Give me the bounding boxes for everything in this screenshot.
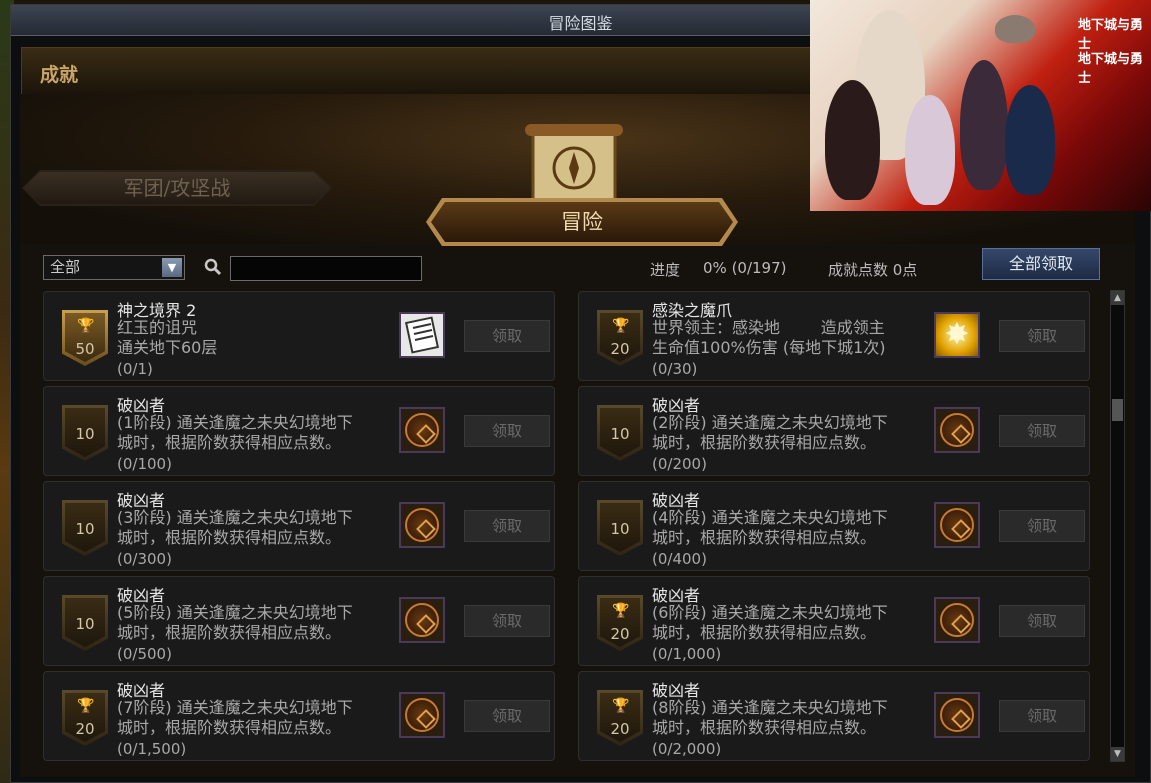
achievement-progress: (0/100): [117, 455, 172, 473]
achievement-card: 🏆 20 破凶者 (6阶段) 通关逢魔之未央幻境地下 城时，根据阶数获得相应点数。 (0…: [578, 576, 1090, 666]
search-input[interactable]: [230, 256, 422, 281]
points-value: 10: [610, 425, 630, 443]
points-value: 20: [610, 340, 630, 358]
points-value: 20: [75, 720, 95, 738]
tab-legion[interactable]: 军团/攻坚战: [24, 172, 330, 204]
trophy-icon: 🏆: [612, 318, 630, 334]
achievement-description: (7阶段) 通关逢魔之未央幻境地下 城时，根据阶数获得相应点数。: [117, 698, 353, 737]
points-value: 10: [610, 520, 630, 538]
points-value: 10: [75, 520, 95, 538]
category-dropdown-value: 全部: [50, 258, 81, 276]
trophy-icon: 🏆: [612, 603, 630, 619]
claim-button[interactable]: 领取: [464, 510, 550, 542]
character-figure: [905, 95, 955, 205]
claim-button[interactable]: 领取: [464, 415, 550, 447]
section-title: 成就: [40, 64, 79, 86]
claim-button[interactable]: 领取: [999, 700, 1085, 732]
points-value: 10: [75, 615, 95, 633]
achievement-progress: (0/400): [652, 550, 707, 568]
points-value: 20: [610, 625, 630, 643]
scroll-up-icon[interactable]: ▲: [1111, 291, 1124, 305]
trophy-icon: 🏆: [77, 318, 95, 334]
category-dropdown[interactable]: 全部 ▼: [43, 255, 185, 280]
achievement-description: (3阶段) 通关逢魔之未央幻境地下 城时，根据阶数获得相应点数。: [117, 508, 353, 547]
search-icon: [204, 258, 224, 278]
achievement-progress: (0/200): [652, 455, 707, 473]
achievement-description: (4阶段) 通关逢魔之未央幻境地下 城时，根据阶数获得相应点数。: [652, 508, 888, 547]
achievement-card: 10 破凶者 (1阶段) 通关逢魔之未央幻境地下 城时，根据阶数获得相应点数。 (0/…: [43, 386, 555, 476]
achievement-progress: (0/300): [117, 550, 172, 568]
emblem-icon[interactable]: [399, 597, 445, 643]
achievement-points: 成就点数 0点: [828, 261, 918, 279]
achievement-card: 10 破凶者 (5阶段) 通关逢魔之未央幻境地下 城时，根据阶数获得相应点数。 (0/…: [43, 576, 555, 666]
achievement-card: 🏆 20 破凶者 (8阶段) 通关逢魔之未央幻境地下 城时，根据阶数获得相应点数。 (0…: [578, 671, 1090, 761]
achievement-progress: (0/1,000): [652, 645, 722, 663]
character-figure: [825, 80, 880, 200]
claim-button[interactable]: 领取: [464, 320, 550, 352]
claim-button[interactable]: 领取: [464, 605, 550, 637]
claim-button[interactable]: 领取: [999, 510, 1085, 542]
scroll-down-icon[interactable]: ▼: [1111, 747, 1124, 761]
game-logo: 地下城与勇士: [1078, 18, 1144, 52]
points-value: 10: [75, 425, 95, 443]
achievement-description: (2阶段) 通关逢魔之未央幻境地下 城时，根据阶数获得相应点数。: [652, 413, 888, 452]
promo-artwork: 地下城与勇士 地下城与勇士: [810, 0, 1151, 211]
achievement-card: 10 破凶者 (4阶段) 通关逢魔之未央幻境地下 城时，根据阶数获得相应点数。 (0/…: [578, 481, 1090, 571]
achievement-progress: (0/30): [652, 360, 698, 378]
scrollbar[interactable]: ▲ ▼: [1110, 290, 1125, 762]
achievement-card: 🏆 20 感染之魔爪 世界领主：感染地 造成领主 生命值100%伤害 (每地下城1次)…: [578, 291, 1090, 381]
scroll-thumb[interactable]: [1112, 399, 1123, 421]
achievement-description: (5阶段) 通关逢魔之未央幻境地下 城时，根据阶数获得相应点数。: [117, 603, 353, 642]
emblem-icon[interactable]: [934, 502, 980, 548]
achievement-description: 红玉的诅咒 通关地下60层: [117, 318, 218, 357]
achievement-progress: (0/1): [117, 360, 153, 378]
achievement-progress: (0/2,000): [652, 740, 722, 758]
emblem-icon[interactable]: [399, 407, 445, 453]
achievement-card: 🏆 50 神之境界 2 红玉的诅咒 通关地下60层 (0/1) 领取: [43, 291, 555, 381]
achievement-description: (8阶段) 通关逢魔之未央幻境地下 城时，根据阶数获得相应点数。: [652, 698, 888, 737]
claim-button[interactable]: 领取: [999, 415, 1085, 447]
achievement-card: 🏆 20 破凶者 (7阶段) 通关逢魔之未央幻境地下 城时，根据阶数获得相应点数。 (0…: [43, 671, 555, 761]
game-logo: 地下城与勇士: [1078, 52, 1144, 86]
claim-button[interactable]: 领取: [999, 605, 1085, 637]
achievement-progress: (0/1,500): [117, 740, 187, 758]
achievement-card: 10 破凶者 (2阶段) 通关逢魔之未央幻境地下 城时，根据阶数获得相应点数。 (0/…: [578, 386, 1090, 476]
chevron-down-icon[interactable]: ▼: [162, 258, 182, 277]
trophy-icon: 🏆: [612, 698, 630, 714]
achievement-description: 世界领主：感染地 造成领主 生命值100%伤害 (每地下城1次): [652, 318, 886, 357]
achievement-card: 10 破凶者 (3阶段) 通关逢魔之未央幻境地下 城时，根据阶数获得相应点数。 (0/…: [43, 481, 555, 571]
character-figure: [960, 60, 1008, 190]
emblem-icon[interactable]: [934, 407, 980, 453]
achievement-description: (1阶段) 通关逢魔之未央幻境地下 城时，根据阶数获得相应点数。: [117, 413, 353, 452]
emblem-icon[interactable]: [934, 692, 980, 738]
emblem-icon[interactable]: [399, 502, 445, 548]
emblem-icon[interactable]: [934, 597, 980, 643]
progress-value: 0% (0/197): [703, 259, 787, 277]
scroll-icon[interactable]: [399, 312, 445, 358]
bird-figure: [995, 15, 1035, 43]
star-icon[interactable]: ✸: [934, 312, 980, 358]
trophy-icon: 🏆: [77, 698, 95, 714]
points-value: 20: [610, 720, 630, 738]
claim-button[interactable]: 领取: [464, 700, 550, 732]
emblem-icon[interactable]: [399, 692, 445, 738]
achievement-description: (6阶段) 通关逢魔之未央幻境地下 城时，根据阶数获得相应点数。: [652, 603, 888, 642]
character-figure: [1005, 85, 1055, 195]
progress-label: 进度: [650, 261, 681, 279]
tab-adventure[interactable]: 冒险: [431, 202, 733, 242]
achievement-progress: (0/500): [117, 645, 172, 663]
points-value: 50: [75, 340, 95, 358]
claim-all-button[interactable]: 全部领取: [982, 248, 1100, 280]
claim-button[interactable]: 领取: [999, 320, 1085, 352]
